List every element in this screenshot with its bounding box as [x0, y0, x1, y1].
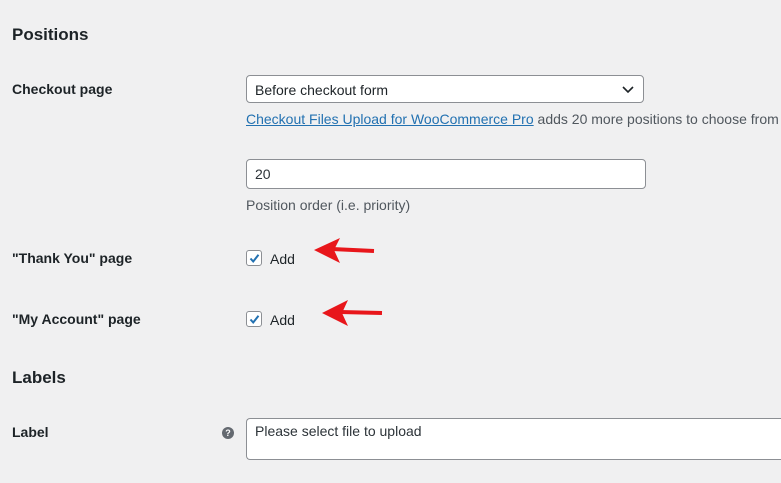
label-textarea[interactable]: Please select file to upload: [246, 418, 781, 460]
red-arrow-icon: [322, 300, 383, 326]
checkmark-icon: [249, 254, 260, 264]
thank-you-add-label[interactable]: Add: [270, 251, 295, 267]
thank-you-add-checkbox[interactable]: [246, 250, 262, 266]
red-arrow-icon: [314, 238, 375, 263]
checkout-position-value: Before checkout form: [255, 82, 389, 98]
checkout-page-label: Checkout page: [12, 81, 113, 97]
position-order-description: Position order (i.e. priority): [246, 197, 411, 213]
labels-section-title: Labels: [12, 368, 66, 387]
my-account-add-checkbox[interactable]: [246, 311, 262, 327]
my-account-add-label[interactable]: Add: [270, 312, 295, 328]
checkout-position-select[interactable]: Before checkout form: [246, 75, 644, 103]
pro-notice-text: adds 20 more positions to choose from: [533, 111, 779, 127]
checkmark-icon: [249, 315, 260, 325]
position-order-input[interactable]: [246, 159, 646, 189]
my-account-page-label: "My Account" page: [12, 311, 141, 327]
pro-notice: Checkout Files Upload for WooCommerce Pr…: [246, 111, 779, 127]
help-icon[interactable]: ?: [222, 427, 234, 439]
pro-plugin-link[interactable]: Checkout Files Upload for WooCommerce Pr…: [246, 111, 534, 127]
thank-you-page-label: "Thank You" page: [12, 250, 133, 266]
label-field-label: Label: [12, 424, 49, 440]
chevron-down-icon: [622, 86, 634, 94]
positions-section-title: Positions: [12, 25, 89, 44]
label-textarea-value: Please select file to upload: [255, 423, 422, 439]
